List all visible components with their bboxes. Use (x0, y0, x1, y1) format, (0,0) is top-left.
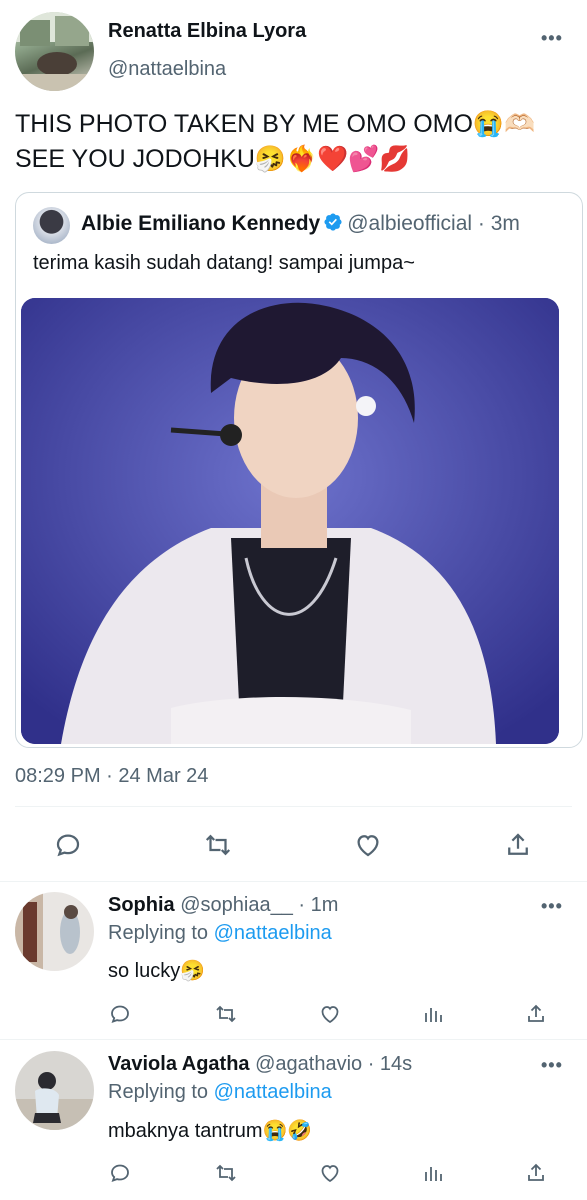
analytics-icon[interactable] (421, 1161, 445, 1185)
divider (0, 881, 587, 882)
quoted-author-handle[interactable]: @albieofficial (347, 212, 472, 235)
more-icon[interactable]: ••• (541, 1055, 563, 1076)
reply-age: · 1m (298, 894, 339, 916)
reply-text: so lucky🤧 (108, 960, 206, 982)
like-icon[interactable] (353, 830, 383, 860)
analytics-icon[interactable] (421, 1002, 445, 1026)
replying-to-link[interactable]: @nattaelbina (214, 1081, 332, 1103)
replying-to-line: Replying to @nattaelbina (108, 922, 332, 945)
retweet-icon[interactable] (203, 830, 233, 860)
share-icon[interactable] (524, 1002, 548, 1026)
reply-header: Vaviola Agatha @agathavio · 14s (108, 1053, 412, 1076)
comment-icon[interactable] (108, 1002, 132, 1026)
reply-avatar[interactable] (15, 892, 94, 971)
reply-author-handle[interactable]: @agathavio (255, 1053, 362, 1075)
replying-to-label: Replying to (108, 922, 209, 944)
quoted-tweet-text: terima kasih sudah datang! sampai jumpa~ (33, 252, 415, 274)
share-icon[interactable] (503, 830, 533, 860)
quoted-author-avatar[interactable] (33, 207, 70, 244)
reply-text: mbaknya tantrum😭🤣 (108, 1120, 313, 1142)
reply-author-handle[interactable]: @sophiaa__ (180, 894, 293, 916)
more-icon[interactable]: ••• (541, 28, 563, 49)
retweet-icon[interactable] (214, 1161, 238, 1185)
comment-icon[interactable] (53, 830, 83, 860)
reply-author-name[interactable]: Vaviola Agatha (108, 1053, 250, 1075)
retweet-icon[interactable] (214, 1002, 238, 1026)
reply-age: · 14s (367, 1053, 413, 1075)
divider (15, 806, 572, 807)
more-icon[interactable]: ••• (541, 896, 563, 917)
replying-to-line: Replying to @nattaelbina (108, 1081, 332, 1104)
divider (0, 1039, 587, 1040)
like-icon[interactable] (318, 1161, 342, 1185)
quoted-tweet-photo[interactable] (21, 298, 559, 744)
reply-avatar[interactable] (15, 1051, 94, 1130)
quoted-tweet-age: · 3m (477, 212, 520, 235)
author-handle[interactable]: @nattaelbina (108, 58, 226, 81)
reply-header: Sophia @sophiaa__ · 1m (108, 894, 338, 917)
replying-to-label: Replying to (108, 1081, 209, 1103)
quoted-tweet-header: Albie Emiliano Kennedy @albieofficial · 3… (81, 212, 520, 236)
comment-icon[interactable] (108, 1161, 132, 1185)
quoted-author-name[interactable]: Albie Emiliano Kennedy (81, 212, 320, 235)
author-avatar[interactable] (15, 12, 94, 91)
verified-icon (323, 212, 343, 232)
tweet-timestamp: 08:29 PM · 24 Mar 24 (15, 765, 209, 787)
share-icon[interactable] (524, 1161, 548, 1185)
like-icon[interactable] (318, 1002, 342, 1026)
replying-to-link[interactable]: @nattaelbina (214, 922, 332, 944)
tweet-text: THIS PHOTO TAKEN BY ME OMO OMO😭🫶🏻 SEE YO… (15, 110, 536, 173)
author-name[interactable]: Renatta Elbina Lyora (108, 20, 306, 43)
reply-author-name[interactable]: Sophia (108, 894, 175, 916)
